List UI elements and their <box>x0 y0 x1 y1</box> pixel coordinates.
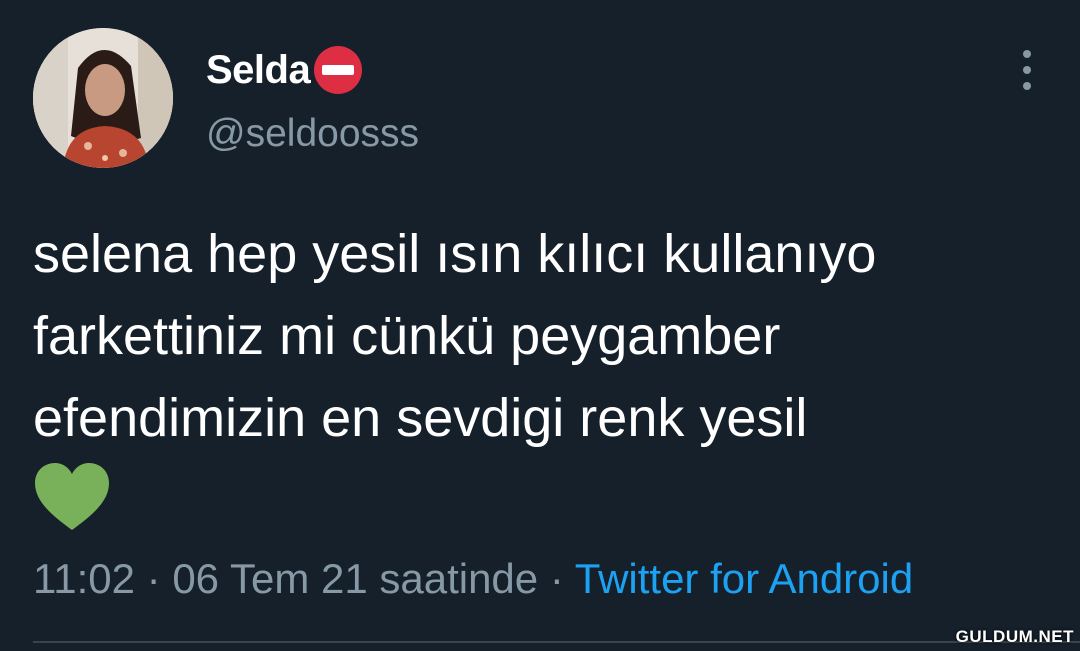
tweet-text-line: selena hep yesil ısın kılıcı kullanıyo <box>33 224 877 284</box>
username-handle[interactable]: @seldoosss <box>206 112 419 156</box>
meta-separator: · <box>135 555 173 602</box>
avatar-image <box>33 28 173 168</box>
avatar[interactable] <box>33 28 173 168</box>
author-name-row: Selda <box>206 44 364 96</box>
more-options-icon[interactable] <box>1014 50 1040 90</box>
tweet-time[interactable]: 11:02 <box>33 555 135 602</box>
divider <box>33 641 1080 643</box>
tweet-text-line: efendimizin en sevdigi renk yesil <box>33 388 808 448</box>
green-heart-icon <box>33 462 111 532</box>
tweet-date[interactable]: 06 Tem 21 saatinde <box>172 555 538 602</box>
tweet-source-link[interactable]: Twitter for Android <box>575 555 913 602</box>
no-entry-icon <box>312 44 364 96</box>
watermark: GULDUM.NET <box>955 627 1074 646</box>
display-name[interactable]: Selda <box>206 48 311 93</box>
tweet-text-line: farkettiniz mi cünkü peygamber <box>33 306 781 366</box>
tweet-metadata: 11:02 · 06 Tem 21 saatinde · Twitter for… <box>33 555 913 603</box>
meta-separator: · <box>538 555 575 602</box>
tweet-text: selena hep yesil ısın kılıcı kullanıyo f… <box>33 213 1063 459</box>
tweet-card: Selda @seldoosss selena hep yesil ısın k… <box>0 0 1080 651</box>
